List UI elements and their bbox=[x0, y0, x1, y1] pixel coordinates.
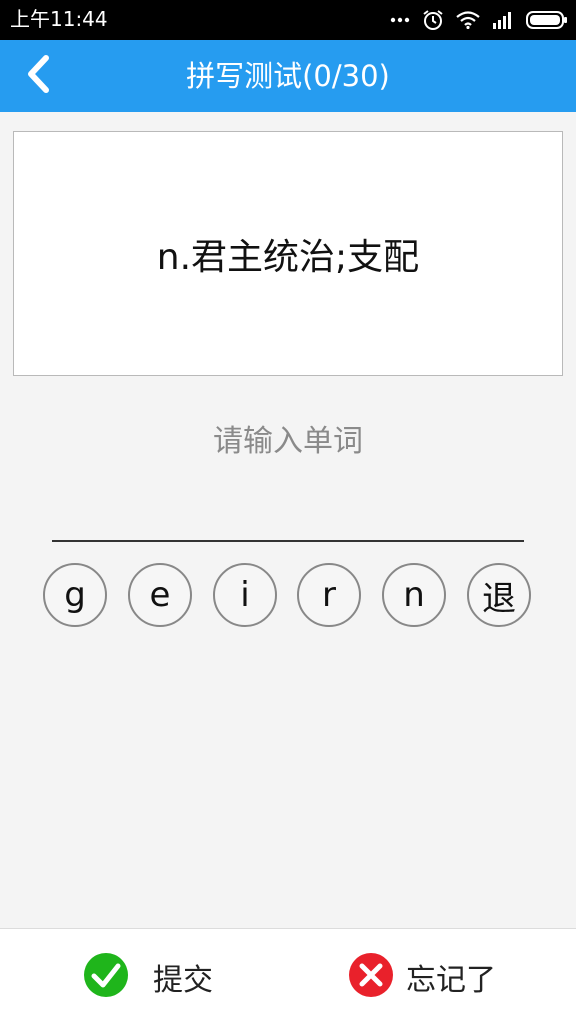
more-dots-icon bbox=[390, 17, 410, 23]
close-circle-icon bbox=[348, 952, 394, 1002]
backspace-button[interactable]: 退 bbox=[467, 563, 531, 627]
letter-button-4[interactable]: r bbox=[297, 563, 361, 627]
forgot-label: 忘记了 bbox=[406, 963, 496, 998]
bottom-action-bar: 提交 忘记了 bbox=[0, 928, 576, 1025]
status-time: 上午11:44 bbox=[10, 7, 108, 31]
letter-button-5[interactable]: n bbox=[382, 563, 446, 627]
submit-button[interactable]: 提交 bbox=[83, 929, 213, 1025]
definition-text: n.君主统治;支配 bbox=[156, 236, 420, 278]
letter-button-1[interactable]: g bbox=[43, 563, 107, 627]
app-bar: 拼写测试(0/30) bbox=[0, 40, 576, 112]
letter-button-3[interactable]: i bbox=[213, 563, 277, 627]
status-icons bbox=[390, 8, 568, 32]
wifi-icon bbox=[456, 11, 480, 29]
submit-label: 提交 bbox=[153, 963, 213, 998]
definition-card: n.君主统治;支配 bbox=[13, 131, 563, 376]
input-prompt: 请输入单词 bbox=[213, 424, 363, 459]
alarm-icon bbox=[422, 9, 444, 31]
signal-icon bbox=[492, 11, 514, 29]
page-title: 拼写测试(0/30) bbox=[186, 59, 390, 93]
answer-input-line[interactable] bbox=[52, 540, 524, 542]
status-bar: 上午11:44 bbox=[0, 0, 576, 40]
forgot-button[interactable]: 忘记了 bbox=[348, 929, 496, 1025]
battery-icon bbox=[526, 11, 568, 29]
letter-button-2[interactable]: e bbox=[128, 563, 192, 627]
check-circle-icon bbox=[83, 952, 129, 1002]
